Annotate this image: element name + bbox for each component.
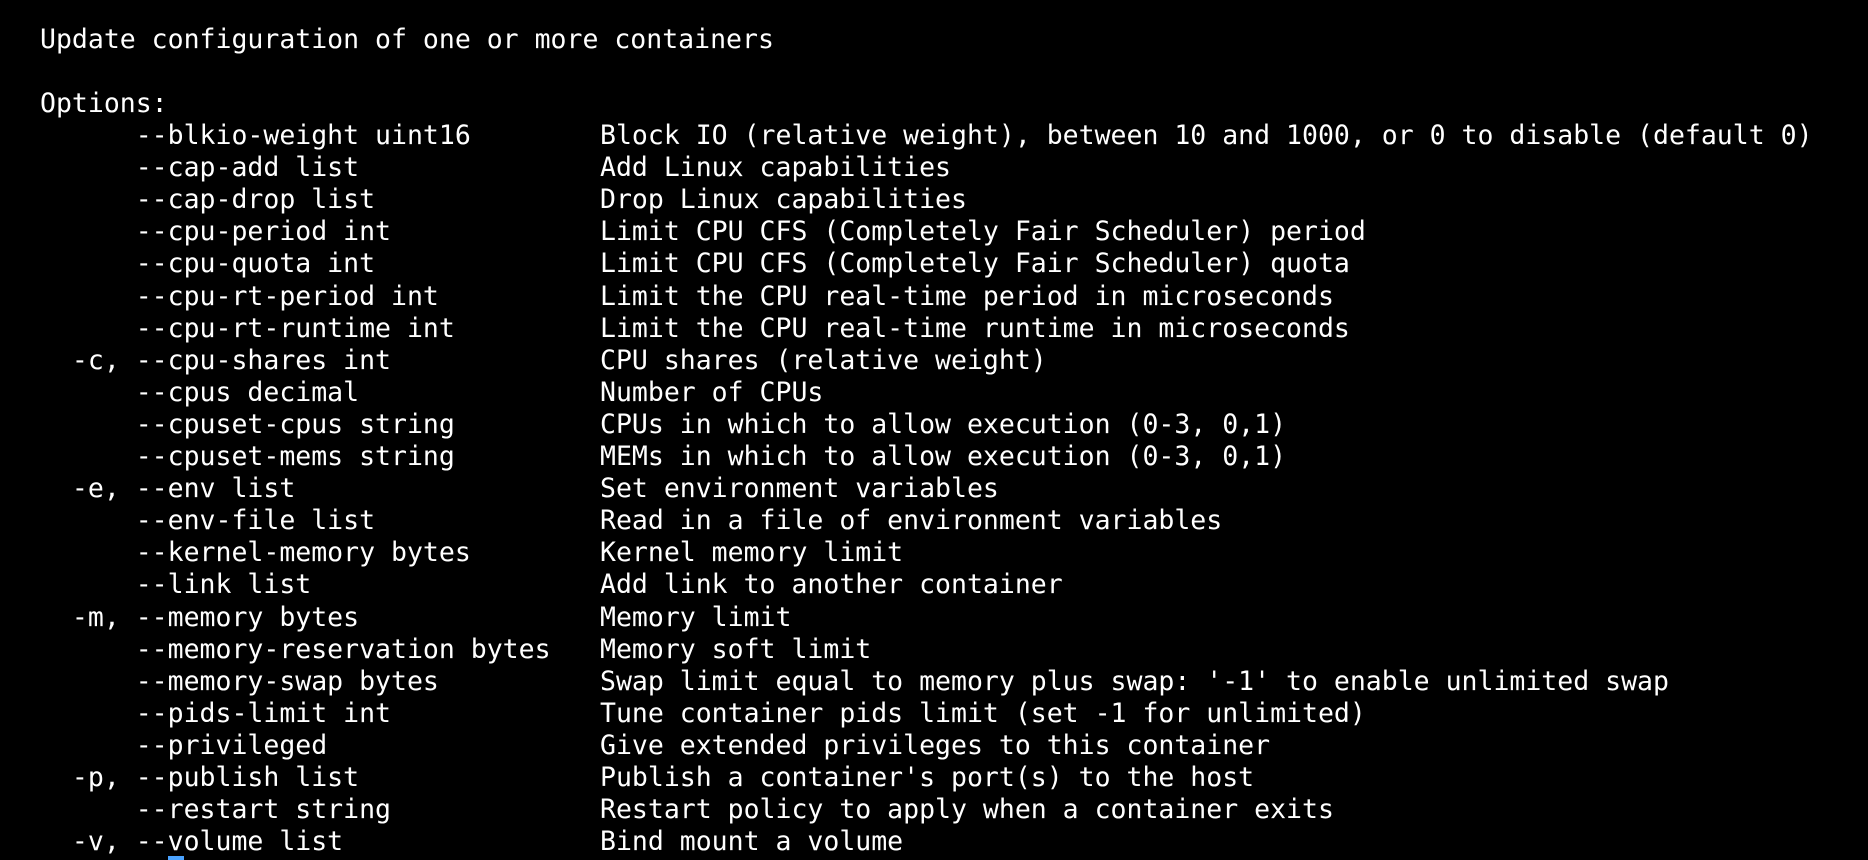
option-row: --kernel-memory bytes Kernel memory limit — [0, 537, 1868, 569]
option-row: -v, --volume list Bind mount a volume — [0, 826, 1868, 858]
option-description: Bind mount a volume — [600, 826, 904, 858]
option-row: --link list Add link to another container — [0, 569, 1868, 601]
option-flag: --memory-reservation bytes — [40, 633, 551, 665]
option-description: Add link to another container — [600, 569, 1063, 601]
option-flag: --cpuset-cpus string — [40, 408, 455, 440]
option-description: Memory soft limit — [600, 633, 872, 665]
option-description: Kernel memory limit — [600, 537, 904, 569]
option-row: --pids-limit int Tune container pids limi… — [0, 698, 1868, 730]
option-description: Limit CPU CFS (Completely Fair Scheduler… — [600, 216, 1366, 248]
option-description: CPU shares (relative weight) — [600, 344, 1047, 376]
option-description: Tune container pids limit (set -1 for un… — [600, 697, 1366, 729]
option-row: --cpu-rt-period int Limit the CPU real-ti… — [0, 281, 1868, 313]
option-row: --cpu-rt-runtime int Limit the CPU real-t… — [0, 313, 1868, 345]
option-flag: --cpu-period int — [40, 216, 391, 248]
option-flag: -e, --env list — [40, 473, 296, 505]
option-flag: -m, --memory bytes — [40, 601, 360, 633]
option-row: --privileged Give extended privileges to … — [0, 730, 1868, 762]
option-row: --restart string Restart policy to apply … — [0, 794, 1868, 826]
option-description: Restart policy to apply when a container… — [600, 794, 1334, 826]
option-flag: --cpu-quota int — [40, 248, 376, 280]
option-row: -c, --cpu-shares int CPU shares (relative… — [0, 345, 1868, 377]
options-header: Options: — [40, 88, 168, 119]
terminal-cursor — [168, 856, 184, 860]
option-row: -m, --memory bytes Memory limit — [0, 602, 1868, 634]
option-flag: --link list — [40, 569, 312, 601]
option-description: Swap limit equal to memory plus swap: '-… — [600, 665, 1669, 697]
option-flag: --pids-limit int — [40, 697, 391, 729]
option-flag: --cpu-rt-period int — [40, 280, 439, 312]
option-row: -e, --env list Set environment variables — [0, 473, 1868, 505]
option-row: --cpus decimal Number of CPUs — [0, 377, 1868, 409]
option-description: Give extended privileges to this contain… — [600, 729, 1271, 761]
option-description: Publish a container's port(s) to the hos… — [600, 762, 1255, 793]
terminal-window[interactable]: Update configuration of one or more cont… — [0, 0, 1868, 860]
option-description: Limit the CPU real-time period in micros… — [600, 280, 1334, 312]
option-description: Number of CPUs — [600, 376, 824, 408]
option-flag: --cap-drop list — [40, 184, 376, 216]
option-row: --cap-add list Add Linux capabilities — [0, 152, 1868, 184]
option-flag: --restart string — [40, 794, 391, 826]
option-flag: --memory-swap bytes — [40, 665, 439, 697]
option-description: Drop Linux capabilities — [600, 184, 967, 216]
option-row: --cpuset-cpus string CPUs in which to all… — [0, 409, 1868, 441]
option-description: Limit the CPU real-time runtime in micro… — [600, 312, 1350, 344]
command-description: Update configuration of one or more cont… — [40, 24, 774, 55]
option-flag: --cap-add list — [40, 152, 360, 184]
option-row: --cpu-period int Limit CPU CFS (Completel… — [0, 216, 1868, 248]
option-flag: --kernel-memory bytes — [40, 537, 471, 569]
option-flag: --privileged — [40, 729, 328, 761]
option-row: --env-file list Read in a file of environ… — [0, 505, 1868, 537]
option-description: Set environment variables — [600, 473, 999, 505]
option-flag: -c, --cpu-shares int — [40, 344, 391, 376]
option-row: --cpu-quota int Limit CPU CFS (Completely… — [0, 248, 1868, 280]
option-row: --memory-swap bytes Swap limit equal to m… — [0, 666, 1868, 698]
option-row: -p, --publish list Publish a container's … — [0, 762, 1868, 794]
option-description: MEMs in which to allow execution (0-3, 0… — [600, 441, 1287, 472]
option-description: Block IO (relative weight), between 10 a… — [600, 120, 1813, 151]
option-flag: --cpus decimal — [40, 376, 360, 408]
option-row: --cpuset-mems string MEMs in which to all… — [0, 441, 1868, 473]
option-flag: --env-file list — [40, 505, 376, 537]
option-row: --cap-drop list Drop Linux capabilities — [0, 184, 1868, 216]
option-flag: -v, --volume list — [40, 826, 344, 858]
option-row: --blkio-weight uint16 Block IO (relative … — [0, 120, 1868, 152]
option-description: CPUs in which to allow execution (0-3, 0… — [600, 408, 1287, 440]
option-description: Read in a file of environment variables — [600, 505, 1223, 537]
option-description: Memory limit — [600, 601, 792, 633]
option-description: Limit CPU CFS (Completely Fair Scheduler… — [600, 248, 1350, 280]
option-flag: --cpu-rt-runtime int — [40, 312, 455, 344]
option-flag: --blkio-weight uint16 — [40, 120, 471, 151]
option-flag: --cpuset-mems string — [40, 441, 455, 472]
option-row: --memory-reservation bytes Memory soft li… — [0, 634, 1868, 666]
option-description: Add Linux capabilities — [600, 152, 951, 184]
option-flag: -p, --publish list — [40, 762, 360, 793]
